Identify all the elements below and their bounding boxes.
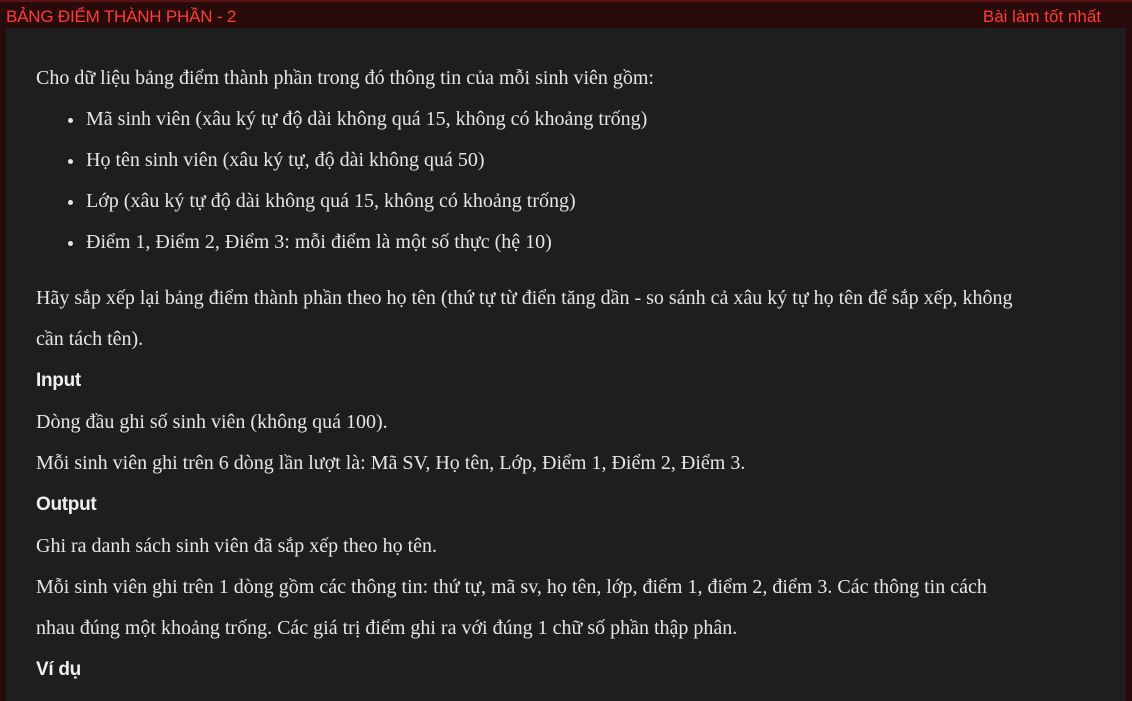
problem-statement-panel: Cho dữ liệu bảng điểm thành phần trong đ… xyxy=(6,28,1126,701)
input-line: Dòng đầu ghi số sinh viên (không quá 100… xyxy=(36,411,388,433)
example-heading: Ví dụ xyxy=(36,659,81,680)
field-item: Họ tên sinh viên (xâu ký tự, độ dài khôn… xyxy=(66,140,1111,181)
task-line-1: Hãy sắp xếp lại bảng điểm thành phần the… xyxy=(36,287,1013,309)
task-line-2: cần tách tên). xyxy=(36,328,144,350)
input-line: Mỗi sinh viên ghi trên 6 dòng lần lượt l… xyxy=(36,452,746,474)
task-description: Hãy sắp xếp lại bảng điểm thành phần the… xyxy=(36,278,1111,360)
problem-statement-body: Cho dữ liệu bảng điểm thành phần trong đ… xyxy=(36,58,1111,691)
field-item: Mã sinh viên (xâu ký tự độ dài không quá… xyxy=(66,99,1111,140)
output-line-part: Mỗi sinh viên ghi trên 1 dòng gồm các th… xyxy=(36,576,987,598)
right-frame-border xyxy=(1126,28,1132,701)
output-heading: Output xyxy=(36,494,97,515)
best-submission-link[interactable]: Bài làm tốt nhất xyxy=(983,7,1101,27)
field-item: Lớp (xâu ký tự độ dài không quá 15, khôn… xyxy=(66,181,1111,222)
input-heading: Input xyxy=(36,370,81,391)
output-line: Ghi ra danh sách sinh viên đã sắp xếp th… xyxy=(36,535,438,557)
field-list: Mã sinh viên (xâu ký tự độ dài không quá… xyxy=(36,99,1111,263)
output-line-part: nhau đúng một khoảng trống. Các giá trị … xyxy=(36,617,738,639)
field-item: Điểm 1, Điểm 2, Điểm 3: mỗi điểm là một … xyxy=(66,222,1111,263)
output-line: Mỗi sinh viên ghi trên 1 dòng gồm các th… xyxy=(36,567,1111,649)
problem-header-bar: BẢNG ĐIỂM THÀNH PHẦN - 2 Bài làm tốt nhấ… xyxy=(0,0,1132,28)
problem-title: BẢNG ĐIỂM THÀNH PHẦN - 2 xyxy=(6,7,237,26)
intro-text: Cho dữ liệu bảng điểm thành phần trong đ… xyxy=(36,67,654,89)
